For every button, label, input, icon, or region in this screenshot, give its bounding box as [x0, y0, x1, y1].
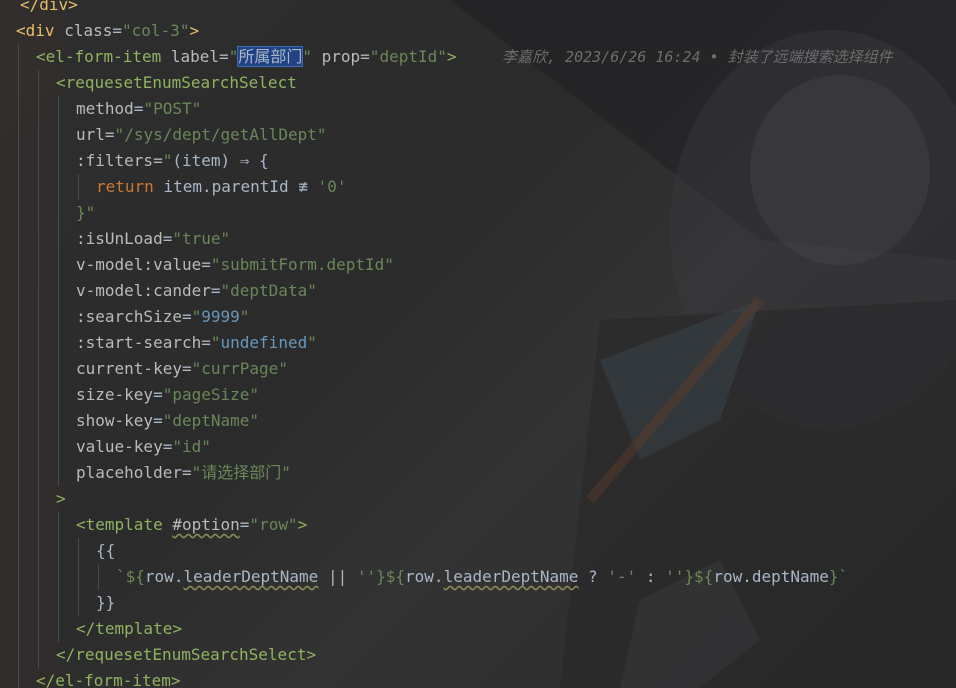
- code-lines: </div> <div class="col-3"> <el-form-item…: [0, 0, 893, 688]
- code-line: </div>: [0, 0, 78, 18]
- code-line: :searchSize="9999": [0, 304, 249, 330]
- git-blame-annotation[interactable]: 李嘉欣, 2023/6/26 16:24 • 封装了远端搜索选择组件: [502, 44, 893, 70]
- code-line: <el-form-item label="所属部门" prop="deptId"…: [0, 44, 893, 70]
- code-line: show-key="deptName": [0, 408, 259, 434]
- code-line: <template #option="row">: [0, 512, 307, 538]
- code-line: >: [0, 486, 66, 512]
- code-editor[interactable]: </div> <div class="col-3"> <el-form-item…: [0, 0, 956, 688]
- code-line: </template>: [0, 616, 182, 642]
- code-line: return item.parentId ≢ '0': [0, 174, 347, 200]
- code-line: </el-form-item>: [0, 668, 181, 688]
- code-line: </requesetEnumSearchSelect>: [0, 642, 316, 668]
- code-line: url="/sys/dept/getAllDept": [0, 122, 326, 148]
- code-line: placeholder="请选择部门": [0, 460, 291, 486]
- selected-text[interactable]: 所属部门: [237, 46, 304, 67]
- code-line: :filters="(item) ⇒ {: [0, 148, 269, 174]
- code-line: }": [0, 200, 95, 226]
- code-line: value-key="id": [0, 434, 211, 460]
- code-line: v-model:cander="deptData": [0, 278, 317, 304]
- code-line: current-key="currPage": [0, 356, 288, 382]
- code-line: }}: [0, 590, 115, 616]
- code-line: <requesetEnumSearchSelect: [0, 70, 297, 96]
- code-line: <div class="col-3">: [16, 21, 200, 40]
- code-line: v-model:value="submitForm.deptId": [0, 252, 394, 278]
- code-line: size-key="pageSize": [0, 382, 259, 408]
- code-line: :start-search="undefined": [0, 330, 317, 356]
- code-line: :isUnLoad="true": [0, 226, 230, 252]
- code-line: `${row.leaderDeptName || ''}${row.leader…: [0, 564, 848, 590]
- closing-div: </div>: [20, 0, 78, 14]
- code-line: {{: [0, 538, 115, 564]
- code-line: method="POST": [0, 96, 201, 122]
